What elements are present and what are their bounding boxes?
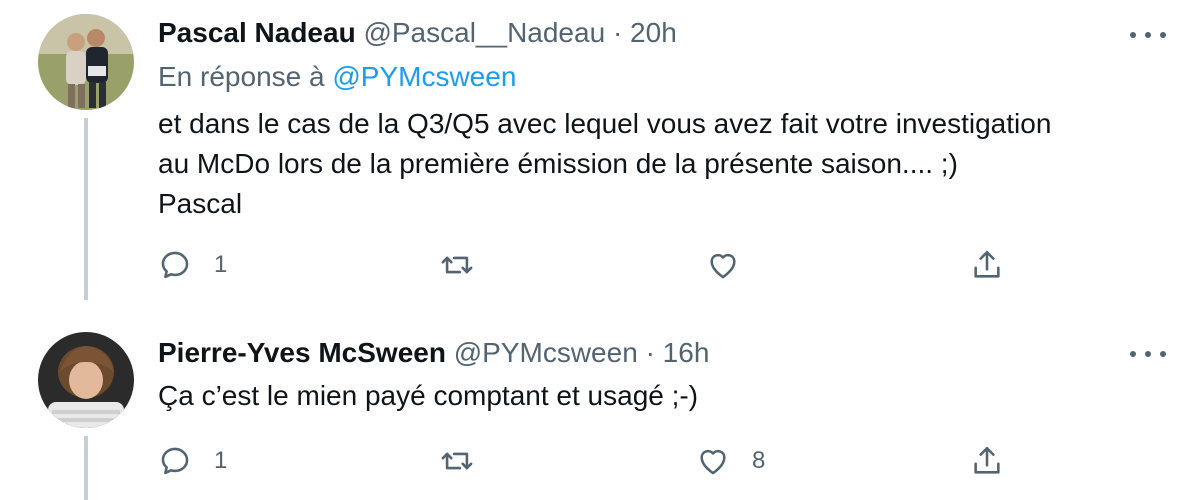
like-button[interactable]: 8 xyxy=(696,444,765,478)
author-handle[interactable]: @Pascal__Nadeau xyxy=(363,17,605,48)
separator: · xyxy=(612,17,623,48)
reply-button[interactable]: 1 xyxy=(158,444,227,478)
avatar[interactable] xyxy=(38,14,134,110)
like-count: 8 xyxy=(752,447,766,474)
tweet-text-line: Ça c’est le mien payé comptant et usagé … xyxy=(158,380,699,411)
retweet-icon xyxy=(441,256,473,274)
thread-line xyxy=(84,436,88,500)
author-handle[interactable]: @PYMcsween xyxy=(454,337,638,368)
tweet-text-line: et dans le cas de la Q3/Q5 avec lequel v… xyxy=(158,108,1052,139)
timestamp[interactable]: 16h xyxy=(663,337,710,368)
reply-context: En réponse à @PYMcsween xyxy=(158,60,516,94)
tweet-header: Pascal Nadeau @Pascal__Nadeau · 20h xyxy=(158,16,677,50)
retweet-icon xyxy=(441,452,473,470)
share-button[interactable] xyxy=(970,248,1004,282)
thread-line xyxy=(84,118,88,300)
separator: · xyxy=(645,337,655,368)
tweet-header: Pierre-Yves McSween @PYMcsween · 16h xyxy=(158,336,709,370)
tweet[interactable]: Pascal Nadeau @Pascal__Nadeau · 20h En r… xyxy=(0,0,1198,310)
reply-icon xyxy=(161,447,189,475)
reply-mention-link[interactable]: @PYMcsween xyxy=(332,61,516,92)
reply-count: 1 xyxy=(214,447,228,474)
reply-button[interactable]: 1 xyxy=(158,248,227,282)
like-icon xyxy=(710,253,736,279)
author-name[interactable]: Pascal Nadeau xyxy=(158,17,356,48)
share-button[interactable] xyxy=(970,444,1004,478)
like-icon xyxy=(700,449,726,475)
like-button[interactable] xyxy=(706,248,740,282)
share-icon xyxy=(974,446,1000,474)
tweet[interactable]: Pierre-Yves McSween @PYMcsween · 16h Ça … xyxy=(0,310,1198,500)
reply-icon xyxy=(161,251,189,279)
more-icon[interactable] xyxy=(1130,25,1166,45)
tweet-text-line: Pascal xyxy=(158,188,243,219)
tweet-text-line: au McDo lors de la première émission de … xyxy=(158,148,958,179)
tweet-text: Ça c’est le mien payé comptant et usagé … xyxy=(158,376,1158,416)
reply-count: 1 xyxy=(214,251,228,278)
timestamp[interactable]: 20h xyxy=(630,17,677,48)
retweet-button[interactable] xyxy=(440,444,474,478)
author-name[interactable]: Pierre-Yves McSween xyxy=(158,337,446,368)
reply-prefix: En réponse à xyxy=(158,61,325,92)
tweet-text: et dans le cas de la Q3/Q5 avec lequel v… xyxy=(158,104,1158,224)
retweet-button[interactable] xyxy=(440,248,474,282)
share-icon xyxy=(974,250,1000,278)
avatar[interactable] xyxy=(38,332,134,428)
more-icon[interactable] xyxy=(1130,344,1166,364)
